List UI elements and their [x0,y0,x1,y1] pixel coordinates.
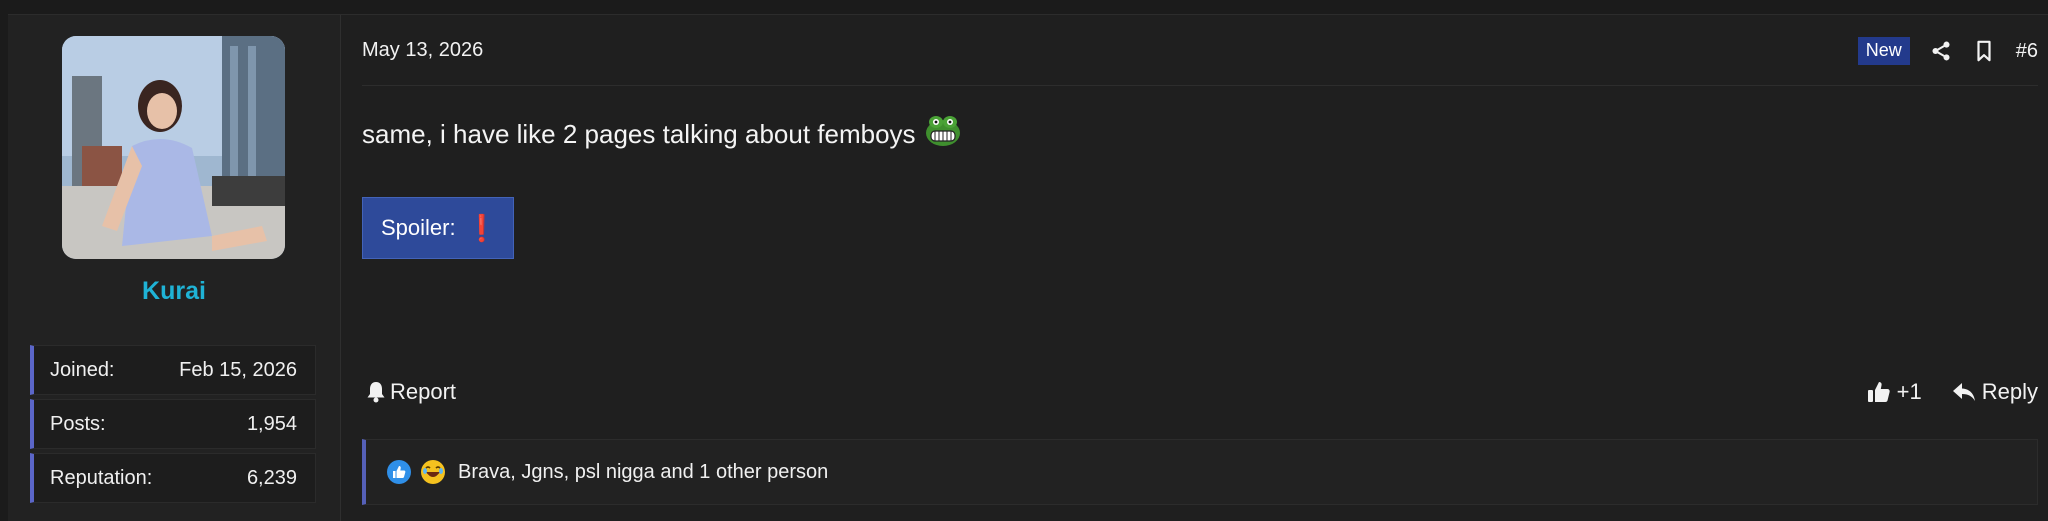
spoiler-label: Spoiler: [381,215,456,240]
bookmark-icon[interactable] [1974,40,1994,62]
like-reaction-icon [386,459,412,485]
reactions-text: Brava, Jgns, psl nigga and 1 other perso… [458,460,829,483]
username[interactable]: Kurai [8,277,340,306]
frog-emoji-icon [924,114,962,155]
avatar[interactable] [62,36,285,259]
exclamation-icon: ❗ [465,212,498,243]
stat-posts: Posts: 1,954 [30,399,316,449]
reply-label: Reply [1981,379,2038,404]
report-label: Report [390,379,457,404]
stat-label: Joined: [50,358,115,381]
reactions-bar[interactable]: Brava, Jgns, psl nigga and 1 other perso… [362,439,2038,505]
stat-label: Posts: [50,412,106,435]
reply-button[interactable]: Reply [1952,379,2038,405]
share-icon[interactable] [1930,40,1952,62]
forum-post: Kurai Joined: Feb 15, 2026 Posts: 1,954 … [8,14,2048,521]
laugh-reaction-icon [420,459,446,485]
like-count: +1 [1896,379,1922,404]
avatar-image [62,36,285,259]
message-cell: May 13, 2026 New #6 same, i have like 2 … [362,15,2038,521]
post-date[interactable]: May 13, 2026 [362,39,483,62]
post-text: same, i have like 2 pages talking about … [362,119,916,149]
header-divider [362,85,2038,86]
post-body: same, i have like 2 pages talking about … [362,114,962,155]
report-link[interactable]: Report [366,379,456,405]
post-number[interactable]: #6 [2016,40,2038,63]
stat-value: 6,239 [246,466,297,489]
stat-value: Feb 15, 2026 [179,358,297,381]
reply-icon [1952,381,1976,403]
stat-label: Reputation: [50,466,153,489]
user-cell: Kurai Joined: Feb 15, 2026 Posts: 1,954 … [8,15,341,521]
thumbs-up-icon [1867,380,1891,404]
post-footer-actions: +1 Reply [1867,379,2038,405]
like-button[interactable]: +1 [1867,379,1922,405]
stat-joined: Joined: Feb 15, 2026 [30,345,316,395]
stat-reputation: Reputation: 6,239 [30,453,316,503]
stat-value: 1,954 [246,412,297,435]
post-header-actions: New #6 [1857,37,2038,65]
bell-icon [366,381,386,403]
spoiler-button[interactable]: Spoiler: ❗ [362,197,514,259]
new-badge: New [1857,37,1910,65]
